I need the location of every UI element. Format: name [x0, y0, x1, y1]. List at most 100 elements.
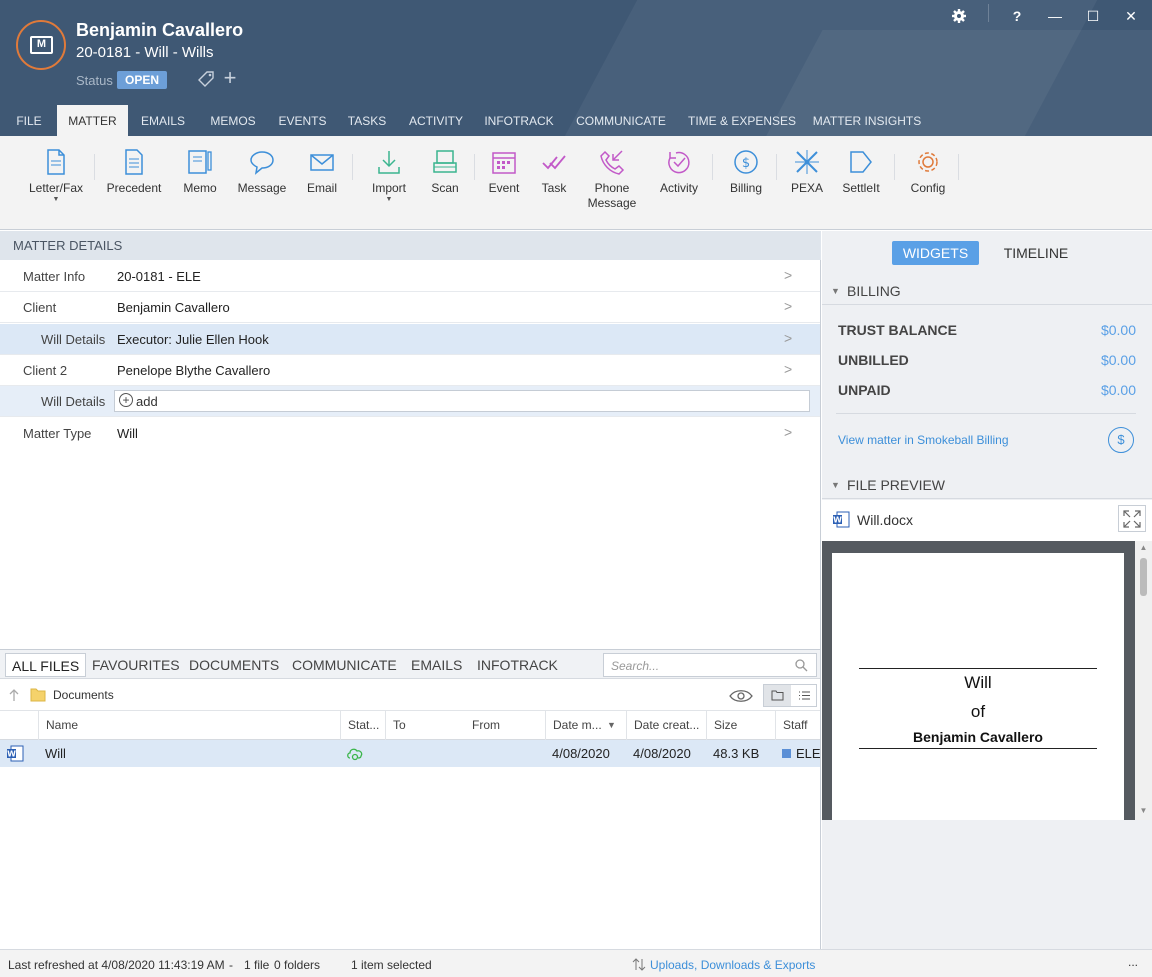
minimize-icon[interactable]: — [1044, 5, 1066, 27]
doc-of: of [970, 702, 986, 721]
row-will-details-2: Will Details + add [0, 386, 820, 417]
row-client[interactable]: Client Benjamin Cavallero > [0, 292, 820, 323]
message-button[interactable]: Message [234, 148, 290, 196]
import-button[interactable]: Import ▼ [364, 148, 414, 204]
task-button[interactable]: Task [534, 148, 574, 196]
tab-matter-insights[interactable]: MATTER INSIGHTS [811, 105, 923, 136]
row-matter-type[interactable]: Matter Type Will > [0, 418, 820, 449]
arrow-up-icon[interactable] [8, 688, 20, 702]
add-will-details-button[interactable]: + add [114, 390, 810, 412]
tab-documents[interactable]: DOCUMENTS [183, 653, 285, 677]
status-bar: Last refreshed at 4/08/2020 11:43:19 AM … [0, 949, 1152, 977]
row-matter-info[interactable]: Matter Info 20-0181 - ELE > [0, 261, 820, 292]
smokeball-billing-link[interactable]: View matter in Smokeball Billing [838, 433, 1009, 447]
chevron-right-icon: > [784, 361, 793, 377]
scan-button[interactable]: Scan [425, 148, 465, 196]
tab-timeline[interactable]: TIMELINE [994, 241, 1078, 265]
dollar-icon[interactable]: $ [1108, 427, 1134, 453]
word-doc-icon: W [7, 745, 24, 762]
memo-icon [188, 150, 212, 174]
chevron-right-icon: > [784, 424, 793, 440]
settleit-button[interactable]: SettleIt [838, 148, 884, 196]
tab-communicate[interactable]: COMMUNICATE [571, 105, 671, 136]
matter-details-title: MATTER DETAILS [0, 231, 821, 260]
letter-fax-button[interactable]: Letter/Fax ▼ [24, 148, 88, 204]
matter-header: M Benjamin Cavallero 20-0181 - Will - Wi… [0, 0, 1152, 136]
tab-memos[interactable]: MEMOS [203, 105, 263, 136]
widgets-pane: WIDGETS TIMELINE ▼ BILLING TRUST BALANCE $… [822, 231, 1152, 949]
tab-time-expenses[interactable]: TIME & EXPENSES [686, 105, 798, 136]
tab-communicate-files[interactable]: COMMUNICATE [286, 653, 403, 677]
tab-matter[interactable]: MATTER [57, 105, 128, 136]
scroll-down-icon: ▼ [1139, 806, 1148, 815]
activity-button[interactable]: Activity [654, 148, 704, 196]
help-icon[interactable]: ? [1006, 5, 1028, 27]
col-date-modified[interactable]: Date m... ▼ [545, 711, 626, 740]
preview-scrollbar[interactable]: ▲ ▼ [1135, 541, 1152, 820]
svg-text:W: W [7, 750, 16, 759]
document-icon [47, 149, 65, 175]
pexa-button[interactable]: PEXA [786, 148, 828, 196]
files-pane: ALL FILES FAVOURITES DOCUMENTS COMMUNICA… [0, 649, 821, 949]
billing-button[interactable]: $ Billing [724, 148, 768, 196]
close-icon[interactable]: ✕ [1120, 5, 1142, 27]
doc-title: Will [964, 673, 992, 692]
tab-infotrack[interactable]: INFOTRACK [480, 105, 558, 136]
view-toggle [763, 684, 817, 707]
chevron-right-icon: > [784, 330, 793, 346]
tab-file[interactable]: FILE [8, 105, 50, 136]
breadcrumb-documents[interactable]: Documents [53, 688, 114, 702]
phone-message-button[interactable]: Phone Message [584, 148, 640, 211]
tag-icon[interactable] [196, 69, 216, 89]
email-button[interactable]: Email [300, 148, 344, 196]
precedent-button[interactable]: Precedent [102, 148, 166, 196]
download-icon [378, 151, 400, 174]
col-from[interactable]: From [465, 711, 545, 740]
more-options-icon[interactable]: ... [1128, 955, 1138, 969]
folder-view-icon[interactable] [764, 685, 791, 706]
memo-button[interactable]: Memo [176, 148, 224, 196]
eye-icon[interactable] [729, 688, 753, 704]
expand-icon[interactable] [1118, 505, 1146, 532]
status-badge[interactable]: OPEN [117, 71, 167, 89]
tab-infotrack-files[interactable]: INFOTRACK [471, 653, 564, 677]
billing-section-header[interactable]: ▼ BILLING [822, 277, 1152, 305]
maximize-icon[interactable]: ☐ [1082, 5, 1104, 27]
phone-icon [600, 150, 625, 175]
col-size[interactable]: Size [706, 711, 775, 740]
tab-events[interactable]: EVENTS [275, 105, 330, 136]
document-preview[interactable]: Will of Benjamin Cavallero ▲ ▼ [822, 541, 1152, 820]
table-row[interactable]: W Will 4/08/2020 4/08/2020 48.3 KB ELE [0, 740, 821, 767]
collapse-triangle-icon: ▼ [831, 286, 840, 296]
matter-subtitle: 20-0181 - Will - Wills [76, 44, 214, 61]
cloud-sync-icon [347, 748, 363, 761]
tab-favourites[interactable]: FAVOURITES [86, 653, 186, 677]
list-view-icon[interactable] [791, 685, 817, 706]
col-name[interactable]: Name [38, 711, 340, 740]
row-client-2[interactable]: Client 2 Penelope Blythe Cavallero > [0, 355, 820, 386]
sort-desc-icon: ▼ [607, 720, 616, 730]
col-status[interactable]: Stat... [340, 711, 385, 740]
tab-emails-files[interactable]: EMAILS [405, 653, 468, 677]
tab-tasks[interactable]: TASKS [343, 105, 391, 136]
tab-all-files[interactable]: ALL FILES [5, 653, 87, 677]
add-tag-icon[interactable]: + [220, 67, 240, 90]
col-to[interactable]: To [385, 711, 465, 740]
row-will-details-1[interactable]: Will Details Executor: Julie Ellen Hook … [0, 324, 820, 355]
event-button[interactable]: Event [484, 148, 524, 196]
col-date-created[interactable]: Date creat... [626, 711, 706, 740]
config-button[interactable]: Config [904, 148, 952, 196]
tab-emails[interactable]: EMAILS [136, 105, 190, 136]
folder-icon [30, 688, 46, 702]
checkmark-icon [542, 155, 566, 170]
client-name: Benjamin Cavallero [76, 20, 244, 40]
file-search-input[interactable]: Search... [603, 653, 817, 677]
tab-widgets[interactable]: WIDGETS [892, 241, 979, 265]
unpaid-row: UNPAID $0.00 [838, 382, 1136, 398]
gear-icon[interactable] [948, 5, 970, 27]
ribbon-toolbar: Letter/Fax ▼ Precedent Memo Message Email… [0, 136, 1152, 230]
col-staff[interactable]: Staff [775, 711, 820, 740]
file-preview-section-header[interactable]: ▼ FILE PREVIEW [822, 471, 1152, 499]
tab-activity[interactable]: ACTIVITY [405, 105, 467, 136]
uploads-downloads-link[interactable]: Uploads, Downloads & Exports [650, 958, 815, 972]
